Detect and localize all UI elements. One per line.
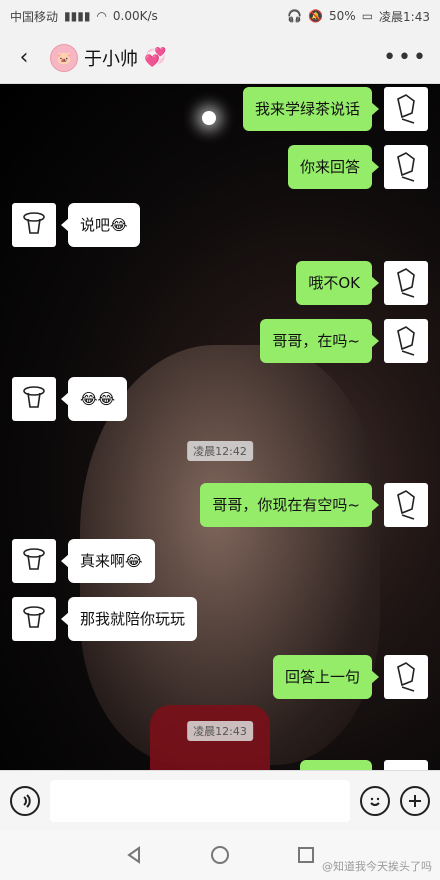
avatar[interactable]	[384, 655, 428, 699]
message-bubble[interactable]: 你来回答	[287, 145, 380, 189]
avatar[interactable]	[12, 203, 56, 247]
avatar-sketch-icon	[397, 152, 415, 182]
chevron-left-icon: ‹	[19, 45, 29, 70]
heart-emoji-icon: 💞	[144, 47, 167, 68]
wifi-icon: ◠	[96, 9, 107, 23]
avatar[interactable]	[12, 539, 56, 583]
battery-percent: 50%	[329, 9, 356, 23]
message-bubble[interactable]: 说吧😂	[61, 203, 140, 247]
signal-icon: ▮▮▮▮	[64, 9, 91, 23]
chat-header: ‹ 🐷 于小帅 💞 •••	[0, 32, 440, 84]
avatar-hat-sketch-icon	[23, 386, 45, 408]
pig-emoji-icon: 🐷	[50, 43, 78, 72]
message-row: 哥哥，在吗~	[260, 319, 428, 363]
message-input[interactable]	[50, 779, 350, 822]
avatar-sketch-icon	[397, 662, 415, 692]
emoji-icon	[370, 797, 380, 806]
avatar[interactable]	[384, 483, 428, 527]
more-icon: •••	[383, 45, 428, 70]
voice-icon	[23, 793, 31, 808]
avatar-sketch-icon	[397, 490, 415, 520]
timestamp: 凌晨12:43	[187, 721, 253, 741]
avatar-hat-sketch-icon	[23, 606, 45, 628]
message-bubble[interactable]: 真来啊😂	[61, 539, 155, 583]
message-bubble-partial	[300, 760, 372, 770]
avatar-hat-sketch-icon	[23, 212, 45, 234]
avatar[interactable]	[12, 377, 56, 421]
message-row: 真来啊😂	[12, 539, 155, 583]
battery-icon: ▭	[361, 9, 374, 23]
message-row: 那我就陪你玩玩	[12, 597, 198, 641]
message-bubble[interactable]: 哥哥，在吗~	[260, 319, 379, 363]
plus-icon	[409, 794, 421, 807]
message-row: 哥哥，你现在有空吗~	[200, 483, 428, 527]
avatar-hat-sketch-icon	[23, 548, 45, 570]
message-row: 哦不OK	[296, 261, 428, 305]
message-bubble[interactable]: 哥哥，你现在有空吗~	[200, 483, 379, 527]
message-bubble[interactable]: 😂😂	[60, 377, 128, 421]
avatar-sketch-icon	[397, 326, 415, 356]
message-row: 说吧😂	[12, 203, 140, 247]
background-light	[202, 111, 216, 125]
input-bar	[0, 770, 440, 830]
chat-title: 🐷 于小帅 💞	[50, 43, 167, 72]
avatar[interactable]	[384, 87, 428, 131]
home-circle-icon[interactable]	[209, 844, 231, 866]
status-bar: 中国移动 ▮▮▮▮ ◠ 0.00K/s 🎧 🔕 50% ▭ 凌晨1:43	[0, 0, 440, 32]
back-button[interactable]: ‹	[12, 45, 36, 70]
message-bubble[interactable]: 回答上一句	[272, 655, 380, 699]
watermark: @知道我今天挨头了吗	[322, 860, 432, 873]
avatar-partial	[384, 760, 428, 770]
mute-icon: 🔕	[308, 9, 324, 23]
network-speed: 0.00K/s	[112, 9, 158, 23]
message-row: 回答上一句	[272, 655, 428, 699]
emoji-button[interactable]	[360, 785, 390, 816]
avatar[interactable]	[384, 145, 428, 189]
message-row: 😂😂	[12, 377, 128, 421]
avatar[interactable]	[384, 319, 428, 363]
chat-area[interactable]: 我来学绿茶说话 你来回答 说吧😂 哦不OK 哥哥，在吗~ 😂😂 凌晨12:42 …	[0, 85, 440, 770]
contact-name: 于小帅	[84, 48, 138, 70]
message-bubble[interactable]: 那我就陪你玩玩	[60, 597, 198, 641]
message-bubble[interactable]: 我来学绿茶说话	[242, 87, 380, 131]
recent-square-icon[interactable]	[295, 844, 317, 866]
avatar[interactable]	[384, 261, 428, 305]
plus-button[interactable]	[400, 785, 430, 816]
message-row: 我来学绿茶说话	[242, 87, 428, 131]
system-nav-bar: @知道我今天挨头了吗	[0, 830, 440, 880]
time: 凌晨1:43	[379, 9, 430, 24]
message-row: 你来回答	[287, 145, 428, 189]
message-bubble[interactable]: 哦不OK	[296, 261, 379, 305]
avatar-sketch-icon	[397, 268, 415, 298]
more-button[interactable]: •••	[383, 45, 428, 70]
avatar[interactable]	[12, 597, 56, 641]
avatar-sketch-icon	[397, 94, 415, 124]
headphones-icon: 🎧	[287, 9, 303, 23]
back-triangle-icon[interactable]	[123, 844, 145, 866]
timestamp: 凌晨12:42	[187, 441, 253, 461]
carrier: 中国移动	[10, 9, 59, 24]
voice-button[interactable]	[10, 785, 40, 816]
